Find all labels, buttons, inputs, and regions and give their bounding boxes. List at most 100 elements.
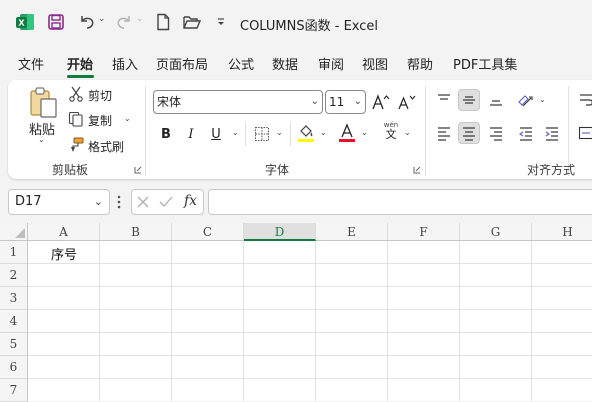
gridline xyxy=(171,241,172,401)
font-color-dropdown-icon[interactable]: ⌄ xyxy=(361,128,368,137)
redo-icon[interactable] xyxy=(113,11,135,33)
underline-button[interactable]: U xyxy=(205,123,227,145)
font-size-value: 11 xyxy=(329,95,344,109)
active-tab-indicator xyxy=(67,75,94,78)
document-title: COLUMNS函数 - Excel xyxy=(240,15,378,34)
tab-view[interactable]: 视图 xyxy=(362,54,388,73)
cell-a1[interactable]: 序号 xyxy=(51,244,77,263)
bottom-align-icon[interactable] xyxy=(485,89,507,111)
column-header-a[interactable]: A xyxy=(28,223,100,241)
row-header-2[interactable]: 2 xyxy=(0,264,28,287)
redo-dropdown-icon[interactable]: ⌄ xyxy=(136,14,144,24)
name-box-dropdown-icon[interactable]: ⌄ xyxy=(94,190,103,214)
paste-icon[interactable] xyxy=(27,86,59,120)
bold-button[interactable]: B xyxy=(155,123,177,145)
borders-icon[interactable] xyxy=(251,123,273,145)
undo-dropdown-icon[interactable]: ⌄ xyxy=(98,14,106,24)
middle-align-icon[interactable] xyxy=(458,89,480,111)
save-icon[interactable] xyxy=(45,11,67,33)
tab-formulas[interactable]: 公式 xyxy=(228,54,254,73)
orientation-dropdown-icon[interactable]: ⌄ xyxy=(539,95,546,104)
phonetic-guide-dropdown-icon[interactable]: ⌄ xyxy=(404,128,411,137)
font-size-select[interactable]: 11 ⌄ xyxy=(325,90,366,114)
row-header-7[interactable]: 7 xyxy=(0,379,28,402)
group-separator xyxy=(145,86,146,176)
decrease-indent-icon[interactable] xyxy=(515,122,537,144)
open-folder-icon[interactable] xyxy=(181,11,203,33)
merge-center-icon[interactable] xyxy=(575,122,592,144)
increase-indent-icon[interactable] xyxy=(541,122,563,144)
more-options-icon[interactable] xyxy=(117,194,121,210)
divider xyxy=(245,122,246,146)
top-align-icon[interactable] xyxy=(433,89,455,111)
excel-logo-icon xyxy=(14,11,36,33)
new-file-icon[interactable] xyxy=(152,11,174,33)
column-header-f[interactable]: F xyxy=(388,223,460,241)
font-name-select[interactable]: 宋体 ⌄ xyxy=(153,90,323,114)
gridline xyxy=(28,355,592,356)
enter-icon[interactable] xyxy=(158,195,174,209)
row-header-6[interactable]: 6 xyxy=(0,356,28,379)
format-painter-icon[interactable] xyxy=(68,137,84,153)
cut-button[interactable]: 剪切 xyxy=(88,87,112,104)
align-center-icon[interactable] xyxy=(458,122,480,144)
column-header-g[interactable]: G xyxy=(460,223,532,241)
tab-review[interactable]: 审阅 xyxy=(318,54,344,73)
copy-button[interactable]: 复制 xyxy=(88,112,112,129)
formula-input[interactable] xyxy=(208,189,592,215)
worksheet-grid: A B C D E F G H 1 2 3 4 5 6 7 序号 xyxy=(0,223,592,401)
copy-dropdown-icon[interactable]: ⌄ xyxy=(124,114,131,123)
align-right-icon[interactable] xyxy=(485,122,507,144)
row-header-5[interactable]: 5 xyxy=(0,333,28,356)
tab-insert[interactable]: 插入 xyxy=(112,54,138,73)
underline-dropdown-icon[interactable]: ⌄ xyxy=(232,128,239,137)
select-all-corner[interactable] xyxy=(0,223,28,241)
tab-data[interactable]: 数据 xyxy=(272,54,298,73)
orientation-icon[interactable] xyxy=(515,89,537,111)
font-color-icon[interactable] xyxy=(336,122,358,144)
format-painter-button[interactable]: 格式刷 xyxy=(88,138,124,155)
fill-color-dropdown-icon[interactable]: ⌄ xyxy=(320,128,327,137)
gridline xyxy=(28,309,592,310)
row-header-1[interactable]: 1 xyxy=(0,241,28,264)
cut-icon[interactable] xyxy=(68,86,84,102)
phonetic-guide-button[interactable]: wén 文 xyxy=(379,122,403,140)
clipboard-launcher-icon[interactable] xyxy=(134,166,142,174)
align-left-icon[interactable] xyxy=(433,122,455,144)
column-header-c[interactable]: C xyxy=(172,223,244,241)
gridline xyxy=(28,378,592,379)
font-name-dropdown-icon: ⌄ xyxy=(311,91,319,113)
name-box[interactable]: D17 ⌄ xyxy=(8,189,110,215)
row-header-3[interactable]: 3 xyxy=(0,287,28,310)
column-header-d[interactable]: D xyxy=(244,223,316,241)
decrease-font-size-icon[interactable] xyxy=(396,91,418,113)
increase-font-size-icon[interactable] xyxy=(370,91,392,113)
wrap-text-icon[interactable] xyxy=(575,89,592,111)
undo-icon[interactable] xyxy=(76,11,98,33)
alignment-group-label: 对齐方式 xyxy=(527,161,575,178)
italic-button[interactable]: I xyxy=(180,123,202,145)
borders-dropdown-icon[interactable]: ⌄ xyxy=(276,128,283,137)
phonetic-guide-char: 文 xyxy=(379,129,403,140)
tab-help[interactable]: 帮助 xyxy=(407,54,433,73)
cancel-icon[interactable] xyxy=(136,195,150,209)
gridline xyxy=(387,241,388,401)
copy-icon[interactable] xyxy=(68,111,84,127)
customize-toolbar-icon[interactable] xyxy=(210,11,232,33)
fill-color-icon[interactable] xyxy=(295,122,317,144)
gridline xyxy=(28,286,592,287)
column-header-h[interactable]: H xyxy=(532,223,592,241)
column-header-b[interactable]: B xyxy=(100,223,172,241)
group-separator xyxy=(425,86,426,176)
column-header-e[interactable]: E xyxy=(316,223,388,241)
tab-file[interactable]: 文件 xyxy=(18,54,44,73)
paste-dropdown-icon[interactable]: ⌄ xyxy=(38,135,45,144)
insert-function-button[interactable]: fx xyxy=(184,193,197,209)
clipboard-group-label: 剪贴板 xyxy=(52,161,88,178)
tab-home[interactable]: 开始 xyxy=(67,54,93,73)
row-header-4[interactable]: 4 xyxy=(0,310,28,333)
font-launcher-icon[interactable] xyxy=(413,166,421,174)
tab-pdf-tools[interactable]: PDF工具集 xyxy=(453,54,517,73)
tab-page-layout[interactable]: 页面布局 xyxy=(156,54,208,73)
formula-value xyxy=(209,194,215,209)
